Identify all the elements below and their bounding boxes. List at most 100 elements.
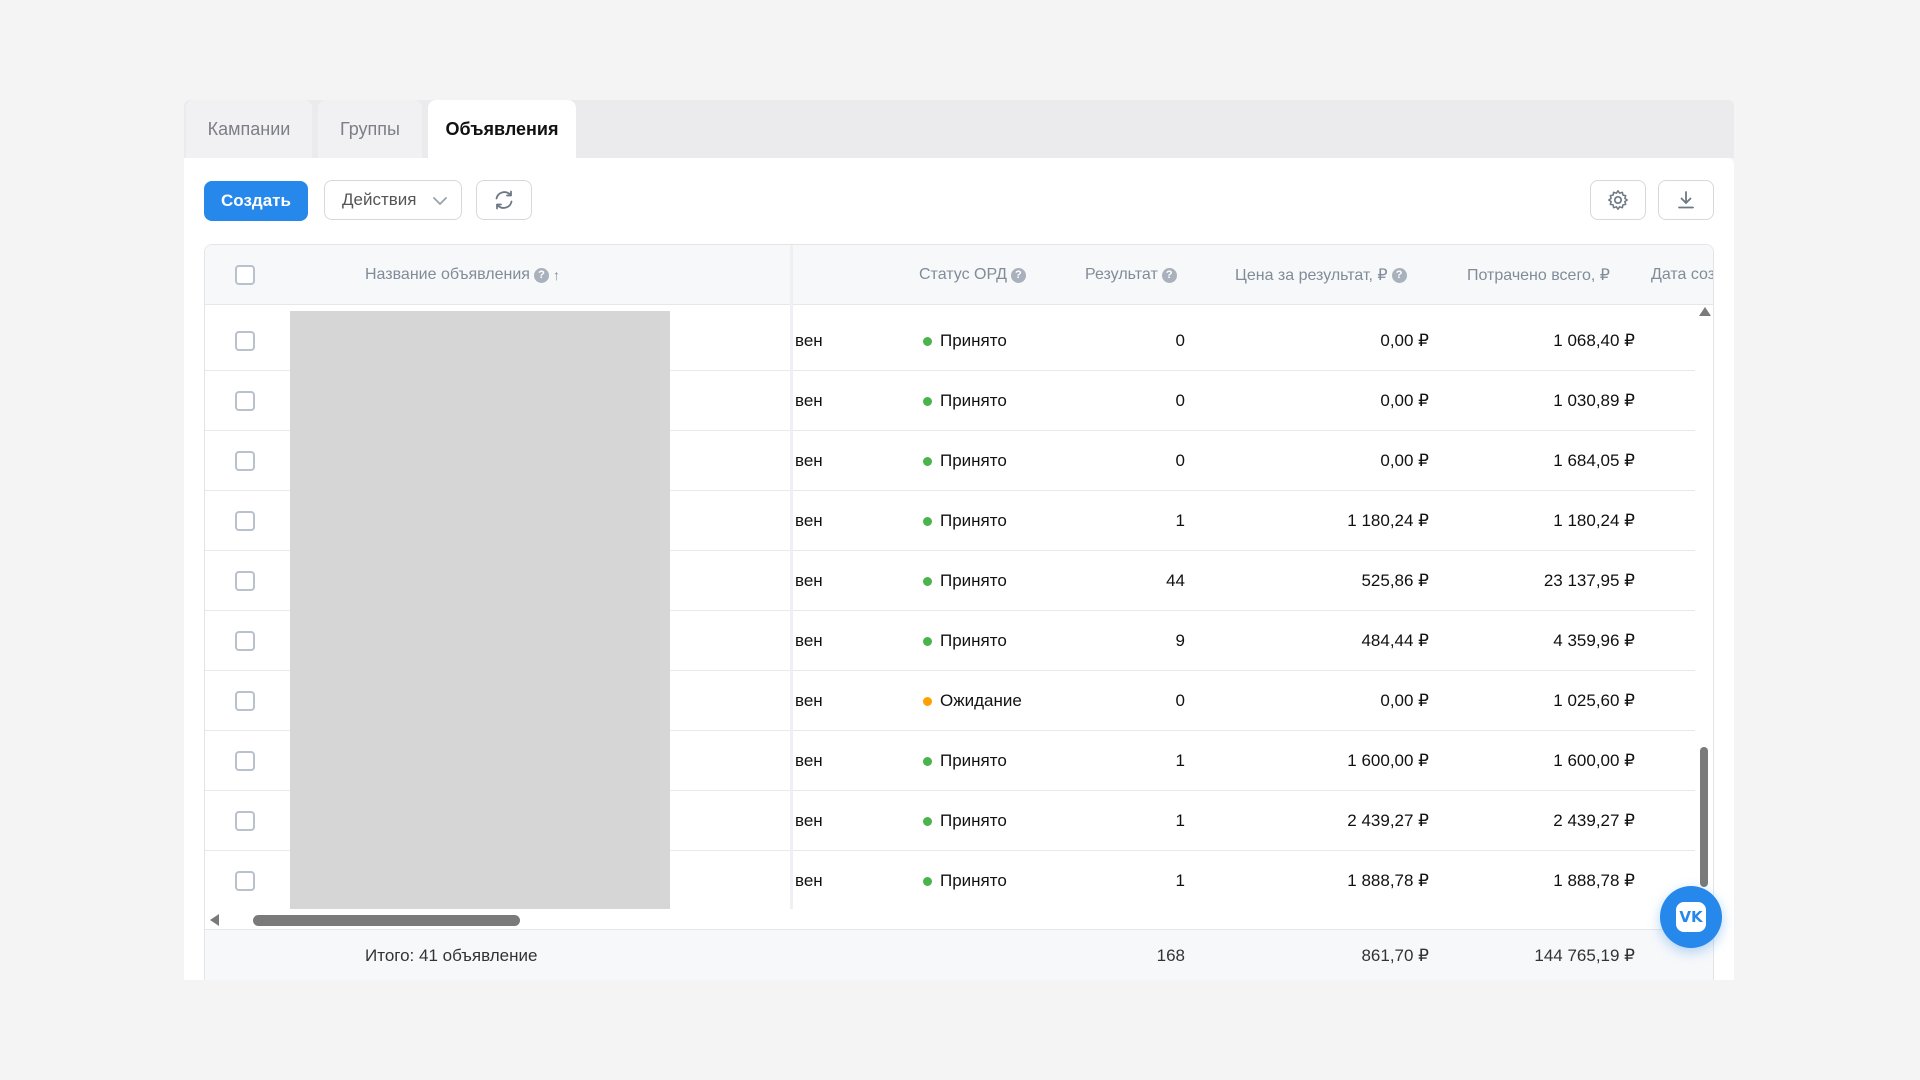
row-checkbox[interactable] (235, 331, 255, 351)
truncated-cell: вен (795, 571, 823, 590)
create-button[interactable]: Создать (204, 181, 308, 221)
help-icon[interactable]: ? (1161, 267, 1177, 283)
actions-dropdown[interactable]: Действия (324, 180, 462, 220)
vertical-scrollbar-thumb[interactable] (1700, 747, 1708, 887)
total-cost-per-result: 861,70 ₽ (1361, 946, 1429, 965)
status-dot (923, 576, 932, 586)
spent-cell: 1 888,78 ₽ (1553, 871, 1635, 890)
download-icon (1678, 191, 1694, 209)
tabs-bar: Кампании Группы Объявления (184, 100, 1734, 158)
row-checkbox[interactable] (235, 691, 255, 711)
spent-cell: 2 439,27 ₽ (1553, 811, 1635, 830)
select-all-checkbox[interactable] (235, 265, 255, 285)
help-icon[interactable]: ? (1010, 267, 1026, 283)
column-header-ord-status[interactable]: Статус ОРД ? (919, 245, 1026, 305)
status-text: Принято (940, 871, 1007, 890)
refresh-button[interactable] (476, 180, 532, 220)
spent-cell: 1 180,24 ₽ (1553, 511, 1635, 530)
row-checkbox[interactable] (235, 751, 255, 771)
total-spent: 144 765,19 ₽ (1534, 946, 1635, 965)
tab-ads[interactable]: Объявления (428, 100, 576, 158)
status-cell: Принято (923, 851, 1007, 911)
result-cell: 0 (1175, 451, 1185, 470)
cost-cell: 0,00 ₽ (1380, 391, 1429, 410)
horizontal-scrollbar[interactable] (205, 909, 1713, 929)
cost-cell: 1 600,00 ₽ (1347, 751, 1429, 770)
cost-cell: 484,44 ₽ (1361, 631, 1429, 650)
tab-campaigns[interactable]: Кампании (186, 100, 312, 158)
truncated-cell: вен (795, 631, 823, 650)
row-checkbox[interactable] (235, 871, 255, 891)
tab-groups[interactable]: Группы (318, 100, 422, 158)
truncated-cell: вен (795, 871, 823, 890)
settings-button[interactable] (1590, 180, 1646, 220)
column-header-name-label: Название объявления (365, 266, 530, 283)
row-checkbox[interactable] (235, 391, 255, 411)
scroll-left-arrow-icon[interactable] (210, 914, 219, 926)
status-cell: Принято (923, 731, 1007, 791)
status-text: Принято (940, 811, 1007, 830)
help-icon[interactable]: ? (1391, 267, 1407, 283)
result-cell: 1 (1175, 751, 1185, 770)
status-cell: Принято (923, 371, 1007, 431)
truncated-cell: вен (795, 691, 823, 710)
result-cell: 0 (1175, 691, 1185, 710)
vk-logo-icon: VK (1676, 902, 1706, 932)
status-text: Ожидание (940, 691, 1022, 710)
row-checkbox[interactable] (235, 571, 255, 591)
status-cell: Принято (923, 491, 1007, 551)
row-checkbox[interactable] (235, 811, 255, 831)
status-text: Принято (940, 391, 1007, 410)
status-cell: Принято (923, 311, 1007, 371)
spent-cell: 1 030,89 ₽ (1553, 391, 1635, 410)
total-result: 168 (1156, 946, 1185, 965)
status-cell: Принято (923, 431, 1007, 491)
gear-icon (1608, 190, 1628, 210)
status-dot (923, 636, 932, 646)
result-cell: 44 (1166, 571, 1185, 590)
column-header-created-date[interactable]: Дата соз (1651, 245, 1714, 305)
row-checkbox[interactable] (235, 451, 255, 471)
total-label: Итого: 41 объявление (365, 946, 538, 965)
result-cell: 1 (1175, 511, 1185, 530)
horizontal-scrollbar-thumb[interactable] (253, 915, 520, 926)
cost-cell: 0,00 ₽ (1380, 691, 1429, 710)
spent-cell: 1 684,05 ₽ (1553, 451, 1635, 470)
ad-name-column-placeholder (290, 311, 670, 911)
status-dot (923, 756, 932, 766)
status-cell: Принято (923, 611, 1007, 671)
status-dot (923, 876, 932, 886)
sort-ascending-icon[interactable]: ↑ (553, 267, 560, 283)
vk-support-button[interactable]: VK (1660, 886, 1722, 948)
scroll-up-arrow-icon[interactable] (1699, 307, 1711, 316)
column-header-result-label: Результат (1085, 266, 1158, 283)
ads-panel: Создать Действия Название объявления ? ↑… (184, 158, 1734, 980)
status-text: Принято (940, 331, 1007, 350)
status-dot (923, 456, 932, 466)
row-checkbox[interactable] (235, 511, 255, 531)
result-cell: 9 (1175, 631, 1185, 650)
vertical-scrollbar[interactable] (1699, 307, 1711, 907)
result-cell: 1 (1175, 811, 1185, 830)
column-header-result[interactable]: Результат ? (1085, 245, 1177, 305)
column-header-cost-per-result[interactable]: Цена за результат, ₽ ? (1235, 245, 1407, 305)
column-header-name[interactable]: Название объявления ? ↑ (365, 245, 560, 305)
row-checkbox[interactable] (235, 631, 255, 651)
status-dot (923, 516, 932, 526)
help-icon[interactable]: ? (533, 267, 549, 283)
status-cell: Принято (923, 791, 1007, 851)
result-cell: 0 (1175, 391, 1185, 410)
download-button[interactable] (1658, 180, 1714, 220)
column-header-spent-total[interactable]: Потрачено всего, ₽ (1467, 245, 1610, 305)
spent-cell: 23 137,95 ₽ (1543, 571, 1635, 590)
truncated-cell: вен (795, 511, 823, 530)
column-header-created-date-label: Дата соз (1651, 266, 1714, 283)
cost-cell: 0,00 ₽ (1380, 331, 1429, 350)
cost-cell: 2 439,27 ₽ (1347, 811, 1429, 830)
refresh-icon (495, 190, 513, 210)
spent-cell: 1 068,40 ₽ (1553, 331, 1635, 350)
ads-table: Название объявления ? ↑ Статус ОРД ? Рез… (204, 244, 1714, 980)
truncated-cell: вен (795, 391, 823, 410)
sticky-column-divider (790, 245, 793, 911)
column-header-ord-status-label: Статус ОРД (919, 266, 1007, 283)
